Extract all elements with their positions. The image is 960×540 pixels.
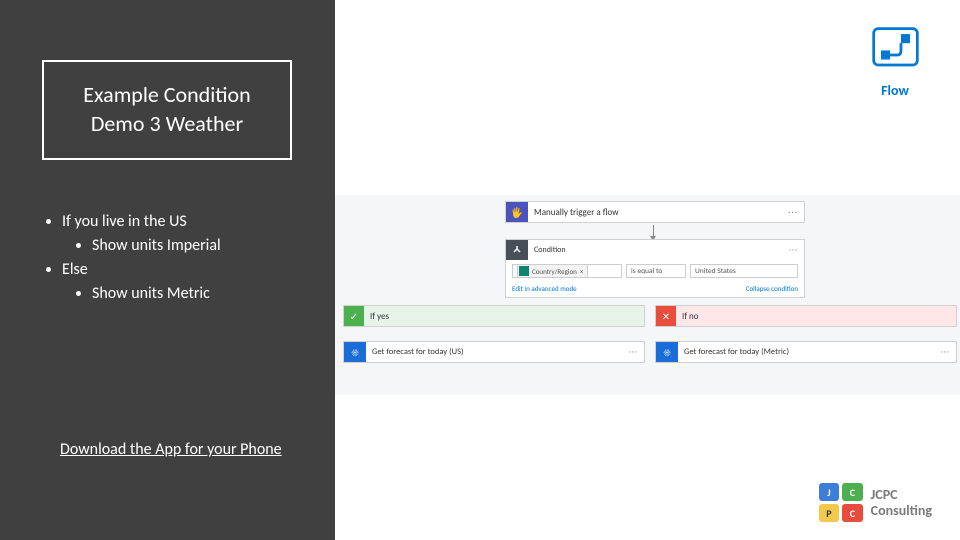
- branch-yes-header[interactable]: ✓ If yes: [343, 305, 645, 327]
- title-box: Example Condition Demo 3 Weather: [42, 60, 292, 160]
- bullet-2a: Show units Metric: [92, 282, 221, 306]
- condition-menu[interactable]: ···: [789, 245, 804, 255]
- collapse-condition-link[interactable]: Collapse condition: [746, 284, 798, 293]
- action-yes-label: Get forecast for today (US): [366, 347, 629, 357]
- close-icon: ✕: [656, 306, 676, 326]
- token-icon: [519, 266, 529, 276]
- jcpc-j: J: [819, 483, 840, 501]
- action-no-menu[interactable]: ···: [941, 347, 956, 357]
- action-no-label: Get forecast for today (Metric): [678, 347, 941, 357]
- jcpc-p: P: [819, 504, 840, 522]
- condition-card[interactable]: Condition ··· Country/Region × is equal …: [505, 239, 805, 298]
- action-yes-card[interactable]: ☀ Get forecast for today (US) ···: [343, 341, 645, 363]
- arrow-down-icon: [653, 225, 654, 237]
- condition-title: Condition: [528, 245, 789, 255]
- bullet-list: If you live in the US Show units Imperia…: [42, 210, 221, 306]
- edit-advanced-link[interactable]: Edit in advanced mode: [512, 284, 577, 293]
- bullet-2: Else: [62, 258, 221, 282]
- bullet-1: If you live in the US: [62, 210, 221, 234]
- token-remove[interactable]: ×: [580, 267, 584, 276]
- condition-left-field[interactable]: Country/Region ×: [512, 264, 622, 278]
- download-app-link[interactable]: Download the App for your Phone: [60, 440, 282, 459]
- flow-diagram: 🖐 Manually trigger a flow ··· Condition …: [335, 195, 960, 395]
- condition-operator[interactable]: is equal to: [626, 264, 686, 278]
- flow-logo: Flow: [860, 25, 930, 99]
- trigger-card[interactable]: 🖐 Manually trigger a flow ···: [505, 201, 805, 223]
- check-icon: ✓: [344, 306, 364, 326]
- jcpc-c1: C: [842, 483, 863, 501]
- jcpc-line2: Consulting: [871, 503, 932, 518]
- hand-icon: 🖐: [506, 202, 528, 222]
- jcpc-text: JCPC Consulting: [871, 487, 932, 518]
- branch-yes-label: If yes: [364, 311, 389, 322]
- branch-no-header[interactable]: ✕ If no: [655, 305, 957, 327]
- weather-icon: ☀: [344, 342, 366, 362]
- branch-yes: ✓ If yes ☀ Get forecast for today (US) ·…: [343, 305, 645, 363]
- token-label: Country/Region: [532, 267, 577, 276]
- action-yes-menu[interactable]: ···: [629, 347, 644, 357]
- weather-icon: ☀: [656, 342, 678, 362]
- branch-icon: [506, 240, 528, 260]
- jcpc-grid: J C P C: [819, 483, 863, 522]
- flow-logo-label: Flow: [860, 82, 930, 99]
- flow-icon: [868, 25, 923, 75]
- branch-no-label: If no: [676, 311, 699, 322]
- trigger-menu[interactable]: ···: [788, 207, 804, 218]
- dynamic-token: Country/Region ×: [517, 264, 588, 278]
- bullet-1a: Show units Imperial: [92, 234, 221, 258]
- slide-title: Example Condition Demo 3 Weather: [54, 81, 280, 138]
- trigger-label: Manually trigger a flow: [528, 207, 788, 218]
- jcpc-logo: J C P C JCPC Consulting: [819, 483, 932, 522]
- condition-value[interactable]: United States: [690, 264, 798, 278]
- action-no-card[interactable]: ☀ Get forecast for today (Metric) ···: [655, 341, 957, 363]
- jcpc-line1: JCPC: [871, 487, 932, 502]
- branch-no: ✕ If no ☀ Get forecast for today (Metric…: [655, 305, 957, 363]
- jcpc-c2: C: [842, 504, 863, 522]
